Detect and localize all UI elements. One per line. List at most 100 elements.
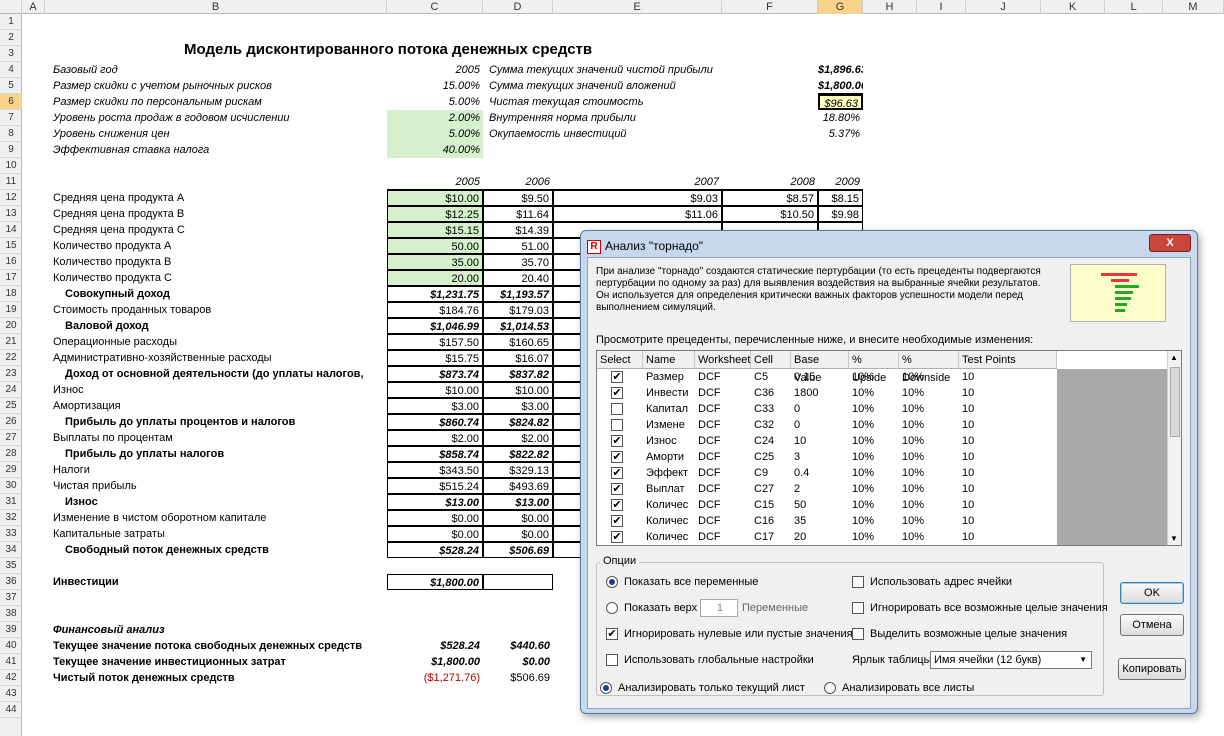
line-value[interactable]: $10.00 xyxy=(387,190,483,206)
grid-cell-test-points[interactable]: 10 xyxy=(959,465,1057,482)
grid-cell-name[interactable]: Капитал xyxy=(643,401,695,418)
grid-cell-worksheet[interactable]: DCF xyxy=(695,369,751,386)
grid-cell-cell[interactable]: C5 xyxy=(751,369,791,386)
line-value[interactable]: $10.00 xyxy=(387,382,483,398)
row-header-43[interactable]: 43 xyxy=(0,686,22,702)
scroll-down-icon[interactable]: ▼ xyxy=(1170,534,1178,543)
grid-cell-name[interactable]: Аморти xyxy=(643,449,695,466)
row-header-1[interactable]: 1 xyxy=(0,14,22,30)
grid-cell-base-value[interactable]: 0.15 xyxy=(791,369,849,386)
grid-row[interactable]: ✔ Эффект DCF C9 0.4 10% 10% 10 xyxy=(597,465,1057,482)
line-value[interactable]: $3.00 xyxy=(387,398,483,414)
row-header-3[interactable]: 3 xyxy=(0,46,22,62)
column-header-l[interactable]: L xyxy=(1105,0,1163,14)
grid-cell-test-points[interactable]: 10 xyxy=(959,481,1057,498)
line-value[interactable]: $1,231.75 xyxy=(387,286,483,302)
grid-cell-cell[interactable]: C9 xyxy=(751,465,791,482)
line-value[interactable]: $179.03 xyxy=(483,302,553,318)
chevron-down-icon[interactable]: ▼ xyxy=(1079,652,1087,668)
fin-value[interactable]: $528.24 xyxy=(387,638,483,654)
column-header-j[interactable]: J xyxy=(966,0,1041,14)
grid-cell-name[interactable]: Инвести xyxy=(643,385,695,402)
grid-header-name[interactable]: Name xyxy=(643,351,695,369)
line-value[interactable]: $1,193.57 xyxy=(483,286,553,302)
column-header-a[interactable]: A xyxy=(22,0,45,14)
column-header-d[interactable]: D xyxy=(483,0,553,14)
summary-value[interactable]: $1,896.63 xyxy=(818,62,863,78)
grid-cell-downside[interactable]: 10% xyxy=(899,417,959,434)
fin-value[interactable]: $0.00 xyxy=(483,654,553,670)
row-header-20[interactable]: 20 xyxy=(0,318,22,334)
grid-cell-worksheet[interactable]: DCF xyxy=(695,529,751,545)
grid-cell-downside[interactable]: 10% xyxy=(899,481,959,498)
grid-cell-cell[interactable]: C24 xyxy=(751,433,791,450)
row-header-40[interactable]: 40 xyxy=(0,638,22,654)
grid-cell-cell[interactable]: C16 xyxy=(751,513,791,530)
select-all-corner[interactable] xyxy=(0,0,22,14)
ok-button[interactable]: OK xyxy=(1120,582,1184,604)
grid-cell-worksheet[interactable]: DCF xyxy=(695,401,751,418)
show-top-stepper[interactable]: 1 xyxy=(700,599,738,617)
line-value[interactable]: $2.00 xyxy=(483,430,553,446)
grid-header-select[interactable]: Select xyxy=(597,351,643,369)
row-header-4[interactable]: 4 xyxy=(0,62,22,78)
line-value[interactable]: $515.24 xyxy=(387,478,483,494)
line-value[interactable]: $16.07 xyxy=(483,350,553,366)
grid-cell-downside[interactable]: 10% xyxy=(899,465,959,482)
column-header-i[interactable]: I xyxy=(917,0,966,14)
grid-cell-upside[interactable]: 10% xyxy=(849,465,899,482)
line-value[interactable]: $860.74 xyxy=(387,414,483,430)
line-value[interactable]: $528.24 xyxy=(387,542,483,558)
grid-cell-cell[interactable]: C15 xyxy=(751,497,791,514)
line-value[interactable]: $3.00 xyxy=(483,398,553,414)
grid-cell-base-value[interactable]: 1800 xyxy=(791,385,849,402)
ignore-zero-checkbox[interactable]: ✔ xyxy=(606,628,618,640)
precedents-grid[interactable]: ▲ ▼ Select Name Worksheet Cell Base Value% U… xyxy=(596,350,1182,546)
line-value[interactable]: $14.39 xyxy=(483,222,553,238)
table-label-select[interactable]: Имя ячейки (12 букв) ▼ xyxy=(930,651,1092,669)
line-value[interactable]: $858.74 xyxy=(387,446,483,462)
grid-cell-test-points[interactable]: 10 xyxy=(959,529,1057,545)
row-header-2[interactable]: 2 xyxy=(0,30,22,46)
row-header-44[interactable]: 44 xyxy=(0,702,22,718)
grid-cell-worksheet[interactable]: DCF xyxy=(695,449,751,466)
line-value[interactable]: 20.00 xyxy=(387,270,483,286)
select-checkbox[interactable]: ✔ xyxy=(611,435,623,447)
grid-cell-upside[interactable]: 10% xyxy=(849,401,899,418)
row-header-8[interactable]: 8 xyxy=(0,126,22,142)
grid-cell-downside[interactable]: 10% xyxy=(899,513,959,530)
row-header-24[interactable]: 24 xyxy=(0,382,22,398)
grid-row[interactable]: ✔ Количес DCF C17 20 10% 10% 10 xyxy=(597,529,1057,545)
line-value[interactable]: $10.00 xyxy=(483,382,553,398)
line-value[interactable]: $13.00 xyxy=(483,494,553,510)
row-header-13[interactable]: 13 xyxy=(0,206,22,222)
grid-cell-cell[interactable]: C33 xyxy=(751,401,791,418)
row-header-23[interactable]: 23 xyxy=(0,366,22,382)
row-header-42[interactable]: 42 xyxy=(0,670,22,686)
grid-cell-downside[interactable]: 10% xyxy=(899,433,959,450)
grid-cell-test-points[interactable]: 10 xyxy=(959,401,1057,418)
grid-row[interactable]: ✔ Износ DCF C24 10 10% 10% 10 xyxy=(597,433,1057,450)
line-value[interactable]: $9.50 xyxy=(483,190,553,206)
line-value[interactable]: $157.50 xyxy=(387,334,483,350)
line-value[interactable]: $329.13 xyxy=(483,462,553,478)
row-header-26[interactable]: 26 xyxy=(0,414,22,430)
row-header-32[interactable]: 32 xyxy=(0,510,22,526)
param-value[interactable]: 5.00% xyxy=(387,94,483,110)
line-value[interactable]: $1,046.99 xyxy=(387,318,483,334)
line-value[interactable]: $0.00 xyxy=(483,526,553,542)
row-header-29[interactable]: 29 xyxy=(0,462,22,478)
grid-header-downside[interactable]: % Downside xyxy=(899,351,959,384)
column-header-c[interactable]: C xyxy=(387,0,483,14)
param-value[interactable]: 2.00% xyxy=(387,110,483,126)
grid-cell-worksheet[interactable]: DCF xyxy=(695,481,751,498)
select-checkbox[interactable]: ✔ xyxy=(611,387,623,399)
row-header-9[interactable]: 9 xyxy=(0,142,22,158)
column-header-f[interactable]: F xyxy=(722,0,818,14)
fin-value[interactable]: $506.69 xyxy=(483,670,553,686)
grid-cell-upside[interactable]: 10% xyxy=(849,369,899,386)
grid-header-worksheet[interactable]: Worksheet xyxy=(695,351,751,369)
global-settings-checkbox[interactable] xyxy=(606,654,618,666)
row-header-41[interactable]: 41 xyxy=(0,654,22,670)
row-header-7[interactable]: 7 xyxy=(0,110,22,126)
